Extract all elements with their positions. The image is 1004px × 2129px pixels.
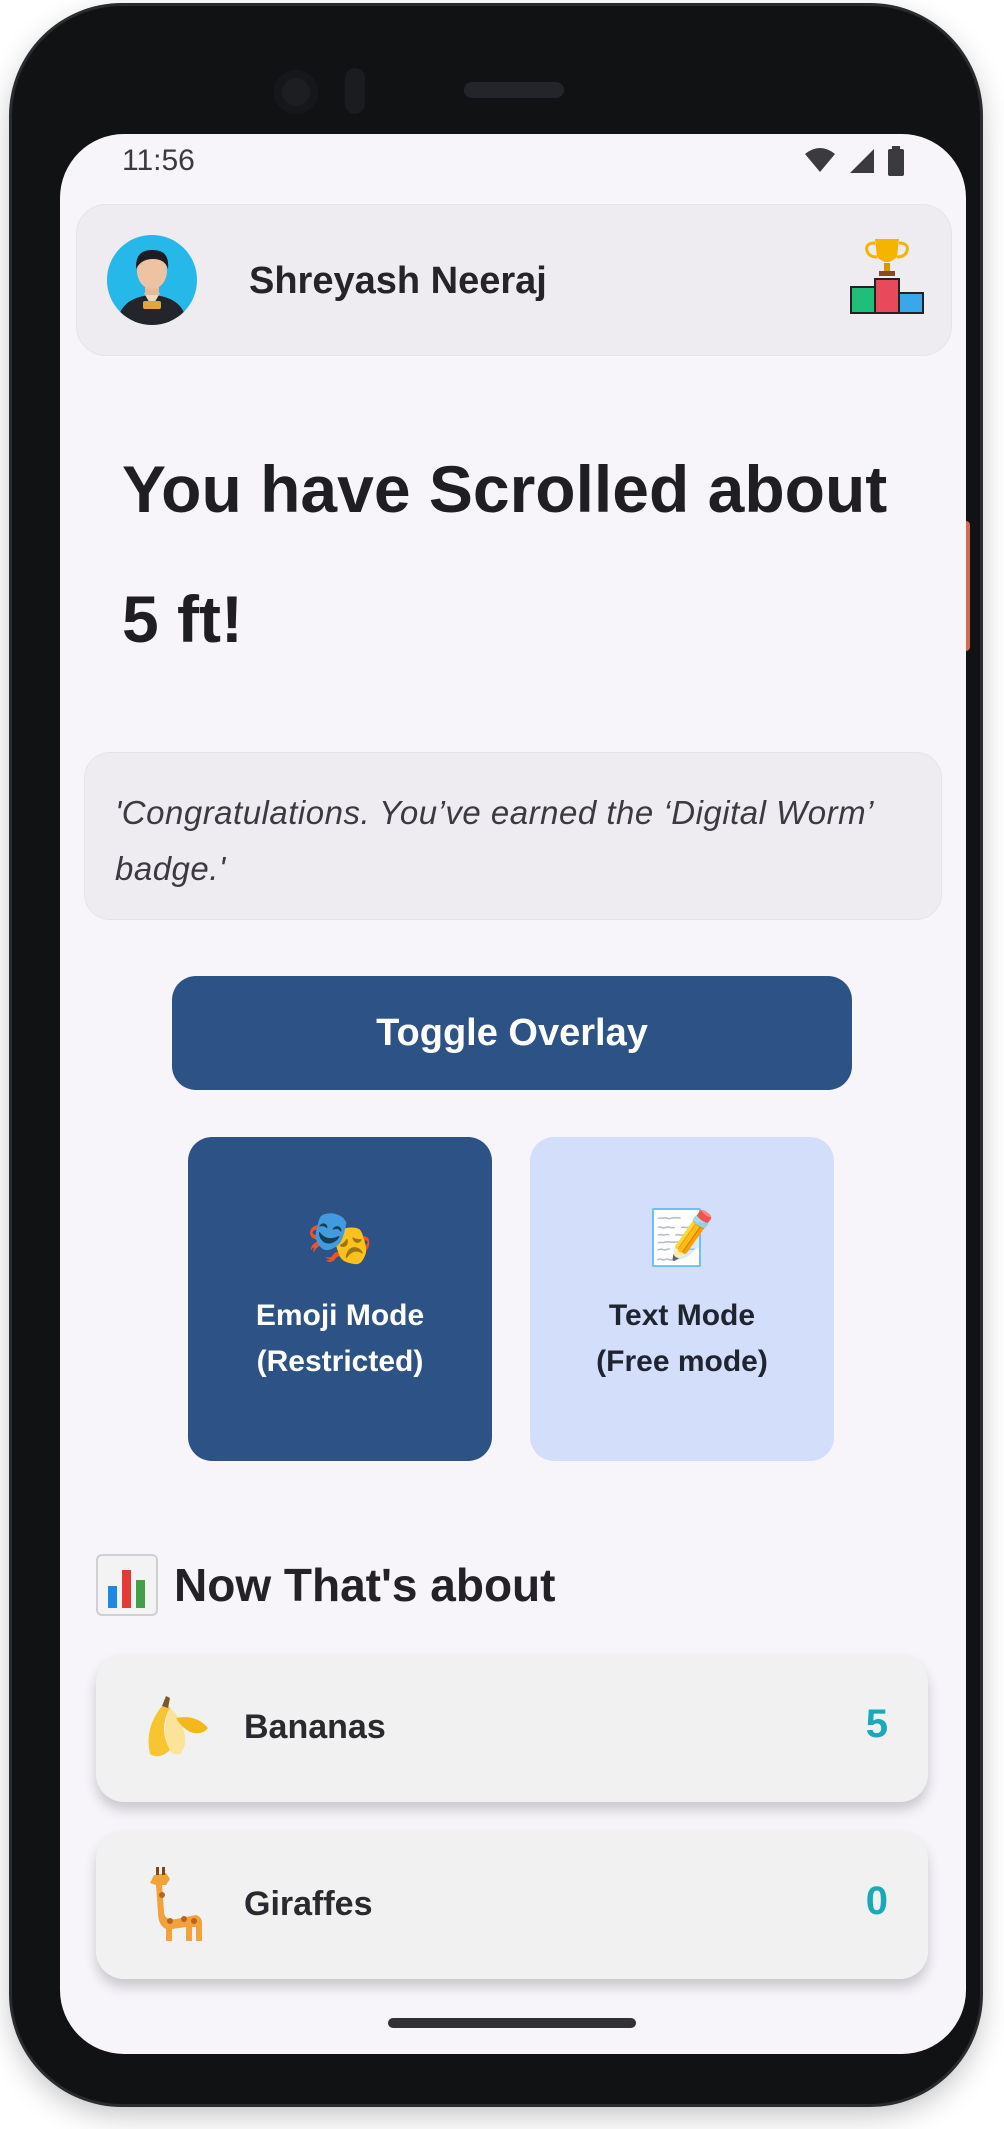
list-item: Giraffes 0 — [96, 1831, 928, 1979]
front-camera — [274, 70, 318, 114]
list-item: Bananas 5 — [96, 1654, 928, 1802]
giraffe-icon — [136, 1865, 216, 1945]
banana-icon — [136, 1688, 216, 1768]
emoji-mode-label: Emoji Mode (Restricted) — [256, 1293, 424, 1385]
cellular-icon — [850, 149, 874, 173]
stat-label-giraffes: Giraffes — [244, 1885, 373, 1923]
stat-value-giraffes: 0 — [865, 1879, 888, 1923]
proximity-sensor — [345, 68, 365, 114]
user-avatar-icon — [107, 235, 197, 325]
text-mode-title: Text Mode — [608, 1299, 756, 1332]
toggle-overlay-button[interactable]: Toggle Overlay — [172, 976, 852, 1090]
status-icons — [804, 146, 904, 176]
profile-header: Shreyash Neeraj — [76, 204, 952, 356]
theater-masks-icon: 🎭 — [306, 1208, 374, 1268]
phone-frame: 11:56 Shreyash Neeraj You have Scrolled … — [12, 6, 980, 2104]
text-mode-label: Text Mode (Free mode) — [596, 1293, 768, 1385]
leaderboard-button[interactable] — [849, 235, 925, 315]
scroll-distance-headline: You have Scrolled about 5 ft! — [122, 452, 888, 656]
emoji-mode-button[interactable]: 🎭 Emoji Mode (Restricted) — [188, 1137, 492, 1461]
avatar[interactable] — [107, 235, 197, 325]
battery-icon — [888, 146, 904, 176]
status-time: 11:56 — [122, 144, 195, 177]
user-name: Shreyash Neeraj — [249, 260, 547, 302]
comparison-section-title: Now That's about — [96, 1554, 555, 1616]
home-indicator[interactable] — [388, 2018, 636, 2028]
badge-message-card: 'Congratulations. You’ve earned the ‘Dig… — [84, 752, 942, 920]
text-mode-subtitle: (Free mode) — [596, 1345, 768, 1378]
app-screen: 11:56 Shreyash Neeraj You have Scrolled … — [60, 134, 966, 2054]
bar-chart-icon — [96, 1554, 158, 1616]
wifi-icon — [805, 148, 835, 172]
trophy-podium-icon — [850, 239, 924, 314]
earpiece-speaker — [464, 82, 564, 98]
memo-icon: 📝 — [648, 1208, 716, 1268]
badge-message: 'Congratulations. You’ve earned the ‘Dig… — [115, 794, 873, 887]
comparison-title-text: Now That's about — [174, 1559, 556, 1611]
status-bar: 11:56 — [60, 134, 966, 194]
stat-label-bananas: Bananas — [244, 1708, 386, 1746]
stat-value-bananas: 5 — [865, 1702, 888, 1746]
text-mode-button[interactable]: 📝 Text Mode (Free mode) — [530, 1137, 834, 1461]
emoji-mode-title: Emoji Mode — [255, 1299, 425, 1332]
emoji-mode-subtitle: (Restricted) — [256, 1345, 424, 1378]
